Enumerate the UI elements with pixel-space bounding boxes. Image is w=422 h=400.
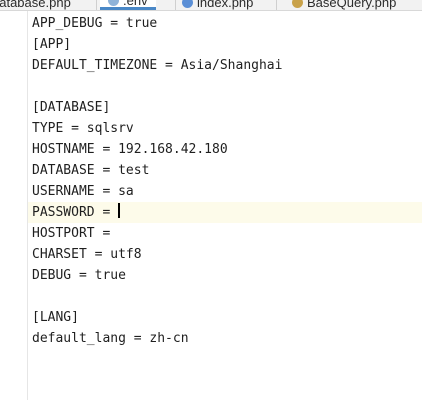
code-line: default_lang = zh-cn	[28, 328, 422, 349]
code-line: [APP]	[28, 34, 422, 55]
code-line: DEBUG = true	[28, 265, 422, 286]
code-line-text: DEFAULT_TIMEZONE = Asia/Shanghai	[32, 58, 283, 73]
tab-label: index.php	[197, 0, 254, 10]
tab-separator	[175, 0, 176, 10]
tab-index-php[interactable]: index.php	[182, 0, 253, 10]
tab-label: BaseQuery.php	[307, 0, 397, 10]
code-line-current: PASSWORD =	[28, 202, 422, 223]
code-line-text: USERNAME = sa	[32, 184, 134, 199]
code-line-text: [APP]	[32, 37, 72, 52]
code-line-text: TYPE = sqlsrv	[32, 121, 134, 136]
tab-database-php[interactable]: database.php	[0, 0, 71, 10]
code-line: APP_DEBUG = true	[28, 13, 422, 34]
code-line	[28, 76, 422, 97]
env-file-icon	[108, 0, 119, 6]
code-line-text: DEBUG = true	[32, 268, 126, 283]
code-line-text: DATABASE = test	[32, 163, 150, 178]
code-line-text: default_lang = zh-cn	[32, 331, 189, 346]
code-line-text: [DATABASE]	[32, 100, 111, 115]
code-line: [LANG]	[28, 307, 422, 328]
tab-basequery-php[interactable]: BaseQuery.php	[292, 0, 396, 10]
code-line: CHARSET = utf8	[28, 244, 422, 265]
text-caret	[118, 203, 120, 218]
code-editor[interactable]: APP_DEBUG = true [APP] DEFAULT_TIMEZONE …	[28, 11, 422, 400]
code-line: HOSTPORT =	[28, 223, 422, 244]
tab-separator	[276, 0, 277, 10]
code-line: HOSTNAME = 192.168.42.180	[28, 139, 422, 160]
code-line: USERNAME = sa	[28, 181, 422, 202]
php-file-icon	[292, 0, 303, 8]
code-line: [DATABASE]	[28, 97, 422, 118]
php-file-icon	[182, 0, 193, 8]
tab-label: .env	[123, 0, 148, 8]
code-line-text: APP_DEBUG = true	[32, 16, 158, 31]
code-line-text: HOSTNAME = 192.168.42.180	[32, 142, 228, 157]
code-line: DATABASE = test	[28, 160, 422, 181]
code-line-text: HOSTPORT =	[32, 226, 111, 241]
code-line	[28, 286, 422, 307]
code-line-text: [LANG]	[32, 310, 79, 325]
code-line-text: CHARSET = utf8	[32, 247, 142, 262]
tab-separator	[96, 0, 97, 10]
code-line: TYPE = sqlsrv	[28, 118, 422, 139]
editor-tab-bar: database.php .env index.php BaseQuery.ph…	[0, 0, 422, 11]
tab-label: database.php	[0, 0, 71, 10]
code-line: DEFAULT_TIMEZONE = Asia/Shanghai	[28, 55, 422, 76]
code-line-text: PASSWORD =	[32, 205, 119, 220]
tab-env[interactable]: .env	[100, 0, 156, 10]
editor-gutter	[0, 11, 28, 400]
